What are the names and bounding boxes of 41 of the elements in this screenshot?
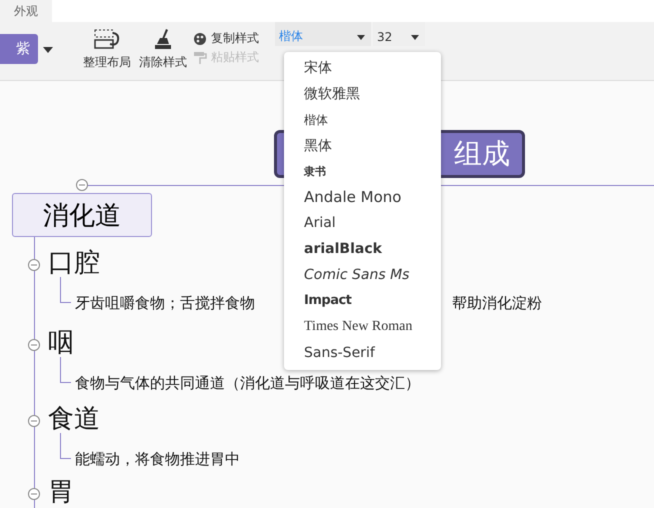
subtopic[interactable]: 胃 [48, 478, 74, 506]
font-option[interactable]: 微软雅黑 [284, 80, 441, 107]
font-option[interactable]: 隶书 [284, 158, 441, 184]
collapse-icon[interactable] [76, 179, 88, 191]
ribbon-tab[interactable]: 外观 [0, 0, 52, 22]
subtopic-note[interactable]: 食物与气体的共同通道（消化道与呼吸道在这交汇） [75, 373, 420, 393]
subtopic[interactable]: 口腔 [48, 249, 100, 277]
root-topic[interactable]: 消化道 [12, 193, 152, 237]
font-option[interactable]: 宋体 [284, 55, 441, 81]
caret-icon [411, 35, 419, 40]
font-option[interactable]: Times New Roman [284, 314, 441, 340]
font-option[interactable]: 黑体 [284, 132, 441, 159]
font-option[interactable]: Sans-Serif [284, 340, 441, 366]
font-option[interactable]: Arial [284, 210, 441, 236]
caret-icon[interactable] [43, 47, 53, 53]
font-option[interactable]: Impact [284, 288, 441, 314]
font-option[interactable]: 楷体 [284, 106, 441, 133]
palette-icon [193, 32, 207, 46]
subtopic-note[interactable]: 能蠕动，将食物推进胃中 [75, 449, 240, 469]
clear-style-button[interactable]: 清除样式 [135, 22, 191, 71]
subtopic-note[interactable]: 牙齿咀嚼食物；舌搅拌食物 [75, 293, 255, 313]
subtopic[interactable]: 食道 [48, 405, 100, 433]
layout-icon [94, 28, 120, 50]
caret-icon [357, 35, 365, 40]
paint-roller-icon [193, 50, 207, 64]
theme-button[interactable]: 紫 [0, 34, 38, 64]
layout-button[interactable]: 整理布局 [79, 22, 135, 71]
subtopic-note[interactable]: 帮助消化淀粉 [452, 293, 542, 313]
collapse-icon[interactable] [28, 415, 40, 427]
connector-line [60, 357, 71, 383]
collapse-icon[interactable] [28, 488, 40, 500]
collapse-icon[interactable] [28, 259, 40, 271]
broom-icon [152, 28, 174, 50]
font-option[interactable]: arialBlack [284, 236, 441, 262]
subtopic[interactable]: 咽 [48, 329, 74, 357]
collapse-icon[interactable] [28, 339, 40, 351]
connector-line [60, 277, 71, 303]
connector-line [60, 433, 71, 459]
copy-style-button[interactable]: 复制样式 [191, 30, 261, 47]
font-option[interactable]: Comic Sans Ms [284, 262, 441, 288]
font-option[interactable]: Andale Mono [284, 184, 441, 210]
